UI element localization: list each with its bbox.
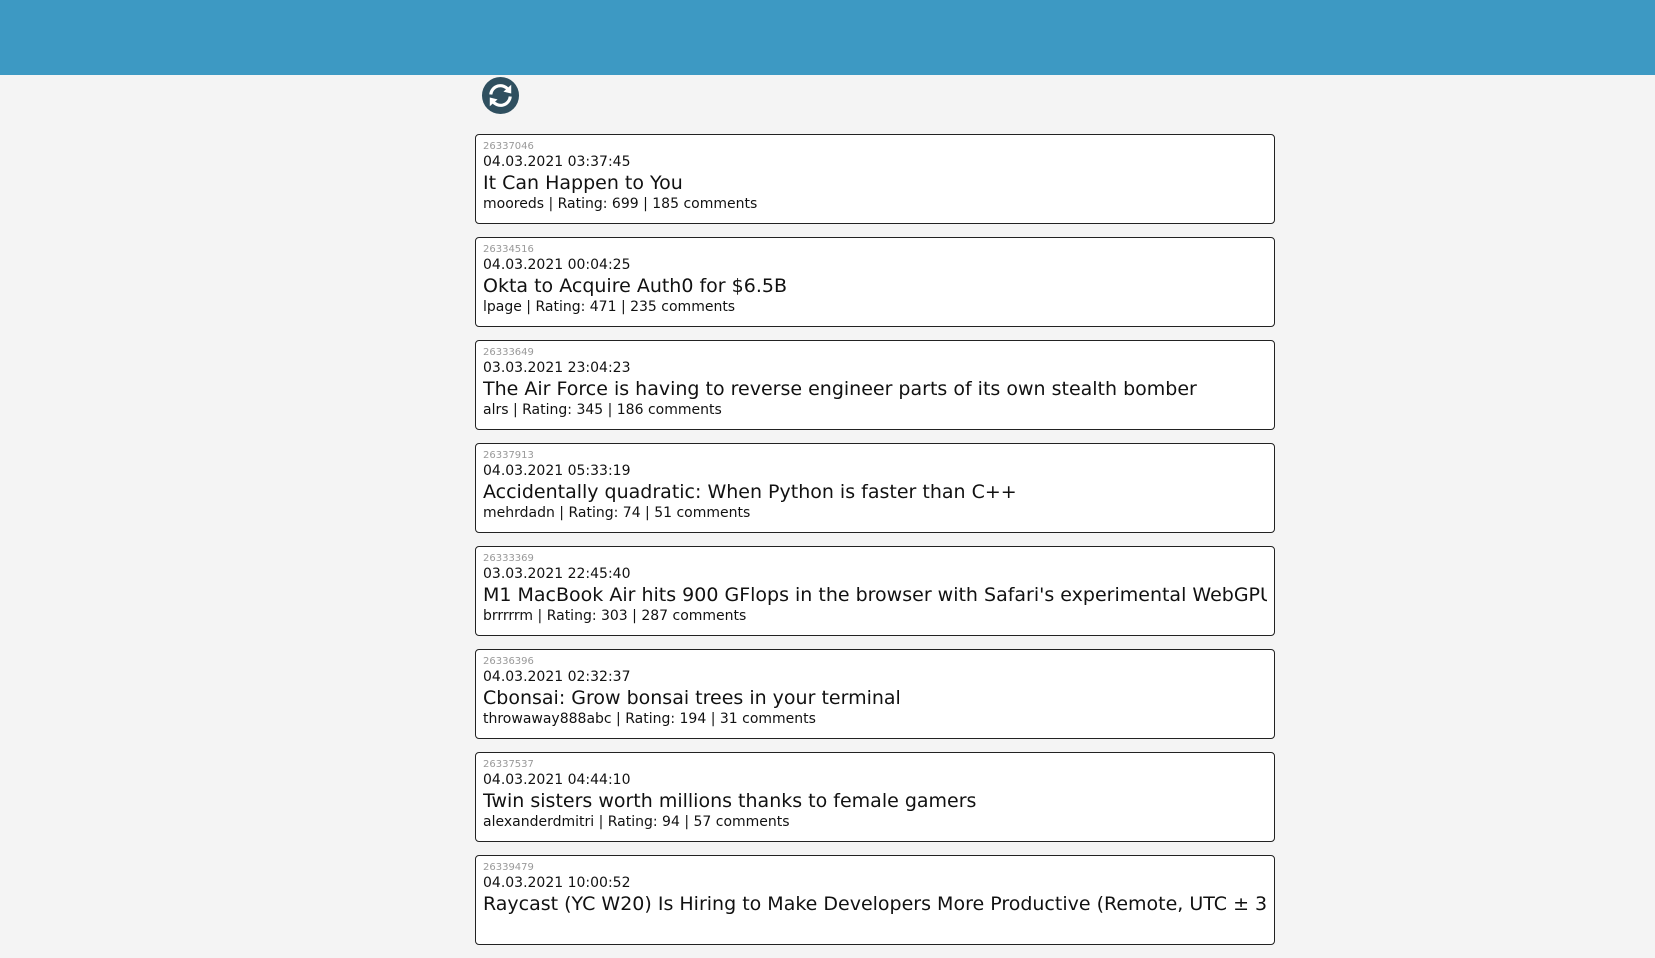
story-title[interactable]: Raycast (YC W20) Is Hiring to Make Devel… [483,892,1267,916]
story-id: 26333369 [483,553,534,564]
story-meta: mooreds | Rating: 699 | 185 comments [483,196,758,212]
story-card[interactable]: 26337537 04.03.2021 04:44:10 Twin sister… [475,752,1275,842]
story-id: 26337537 [483,759,534,770]
story-id: 26337913 [483,450,534,461]
story-card[interactable]: 26333649 03.03.2021 23:04:23 The Air For… [475,340,1275,430]
story-title[interactable]: It Can Happen to You [483,171,1267,195]
story-title[interactable]: Accidentally quadratic: When Python is f… [483,480,1267,504]
story-date: 03.03.2021 22:45:40 [483,566,631,582]
story-title[interactable]: Okta to Acquire Auth0 for $6.5B [483,274,1267,298]
story-date: 04.03.2021 02:32:37 [483,669,631,685]
story-date: 04.03.2021 00:04:25 [483,257,631,273]
story-title[interactable]: Cbonsai: Grow bonsai trees in your termi… [483,686,1267,710]
story-id: 26336396 [483,656,534,667]
story-id: 26337046 [483,141,534,152]
story-card[interactable]: 26333369 03.03.2021 22:45:40 M1 MacBook … [475,546,1275,636]
story-id: 26333649 [483,347,534,358]
story-id: 26339479 [483,862,534,873]
story-card[interactable]: 26337913 04.03.2021 05:33:19 Accidentall… [475,443,1275,533]
story-title[interactable]: M1 MacBook Air hits 900 GFlops in the br… [483,583,1267,607]
story-card[interactable]: 26334516 04.03.2021 00:04:25 Okta to Acq… [475,237,1275,327]
story-card[interactable]: 26336396 04.03.2021 02:32:37 Cbonsai: Gr… [475,649,1275,739]
story-title[interactable]: The Air Force is having to reverse engin… [483,377,1267,401]
story-meta: mehrdadn | Rating: 74 | 51 comments [483,505,751,521]
story-meta: alrs | Rating: 345 | 186 comments [483,402,722,418]
story-title[interactable]: Twin sisters worth millions thanks to fe… [483,789,1267,813]
story-date: 04.03.2021 05:33:19 [483,463,631,479]
story-id: 26334516 [483,244,534,255]
story-meta: throwaway888abc | Rating: 194 | 31 comme… [483,711,816,727]
story-card[interactable]: 26339479 04.03.2021 10:00:52 Raycast (YC… [475,855,1275,945]
top-header-bar [0,0,1655,75]
story-date: 04.03.2021 03:37:45 [483,154,631,170]
story-list: 26337046 04.03.2021 03:37:45 It Can Happ… [475,134,1275,958]
story-meta: alexanderdmitri | Rating: 94 | 57 commen… [483,814,790,830]
story-meta: lpage | Rating: 471 | 235 comments [483,299,736,315]
story-date: 04.03.2021 04:44:10 [483,772,631,788]
story-meta: brrrrrm | Rating: 303 | 287 comments [483,608,747,624]
story-date: 04.03.2021 10:00:52 [483,875,631,891]
story-date: 03.03.2021 23:04:23 [483,360,631,376]
refresh-icon[interactable] [481,76,520,115]
story-card[interactable]: 26337046 04.03.2021 03:37:45 It Can Happ… [475,134,1275,224]
